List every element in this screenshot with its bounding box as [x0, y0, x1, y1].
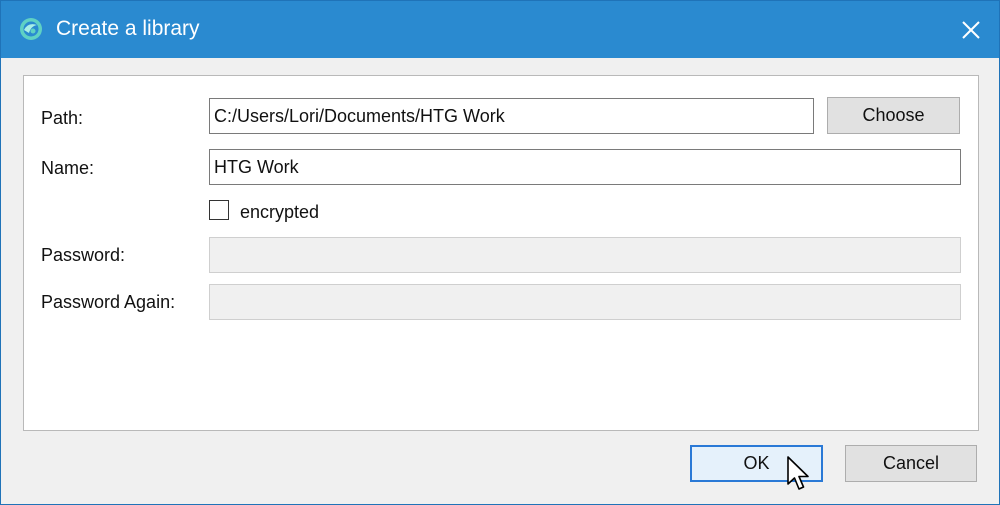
title-bar: Create a library [1, 1, 999, 58]
close-icon [962, 20, 980, 39]
encrypted-label[interactable]: encrypted [240, 201, 319, 223]
form-panel: Path: C:/Users/Lori/Documents/HTG Work C… [23, 75, 979, 431]
create-library-dialog: Create a library Path: C:/Users/Lori/Doc… [0, 0, 1000, 505]
app-logo-icon [18, 16, 44, 42]
window-title: Create a library [56, 17, 200, 40]
close-button[interactable] [943, 1, 999, 58]
cancel-button[interactable]: Cancel [845, 445, 977, 482]
choose-button[interactable]: Choose [827, 97, 960, 134]
password-again-label: Password Again: [41, 292, 176, 312]
name-input[interactable]: HTG Work [209, 149, 961, 185]
name-label: Name: [41, 158, 95, 178]
password-input[interactable] [209, 237, 961, 273]
path-input[interactable]: C:/Users/Lori/Documents/HTG Work [209, 98, 814, 134]
mouse-pointer-icon [787, 456, 809, 490]
password-label: Password: [41, 245, 126, 265]
path-label: Path: [41, 108, 84, 128]
password-again-input[interactable] [209, 284, 961, 320]
encrypted-checkbox[interactable] [209, 200, 229, 220]
